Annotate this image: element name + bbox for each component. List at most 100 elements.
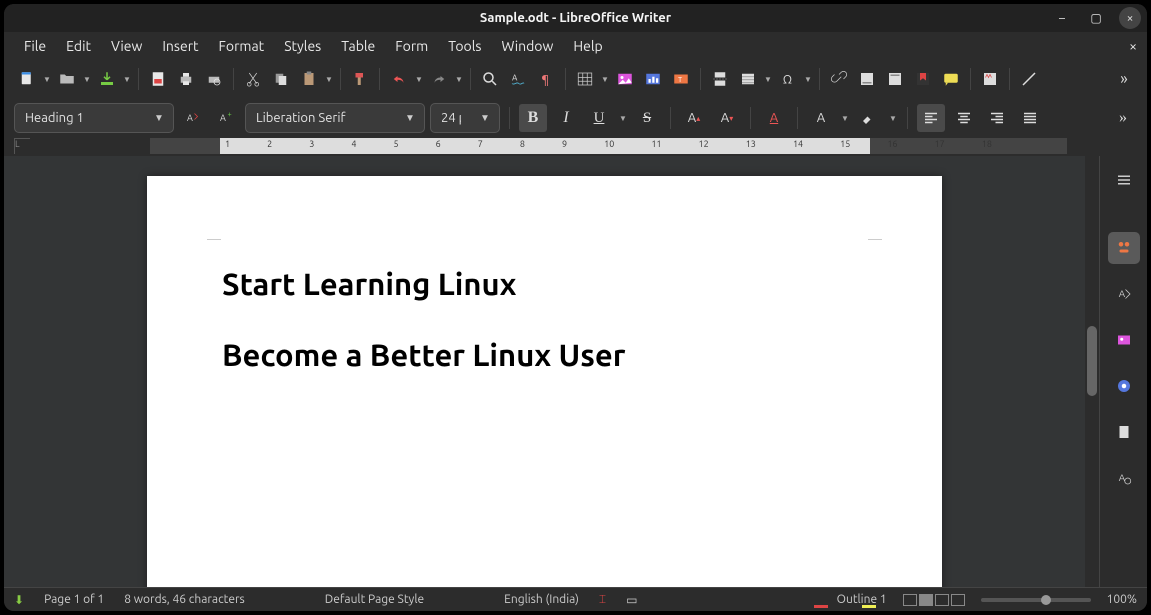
single-page-icon[interactable]	[903, 594, 917, 606]
page[interactable]: Start Learning Linux Become a Better Lin…	[147, 176, 942, 587]
view-layout-icons[interactable]	[903, 594, 965, 606]
highlight-dropdown[interactable]: ▼	[888, 114, 898, 123]
italic-button[interactable]: I	[552, 104, 580, 132]
paragraph-style-input[interactable]	[15, 111, 145, 125]
insert-table-icon[interactable]	[572, 66, 598, 92]
insert-textbox-icon[interactable]: T	[668, 66, 694, 92]
formatting-marks-icon[interactable]: ¶	[533, 66, 559, 92]
redo-icon[interactable]	[426, 66, 452, 92]
status-wordcount[interactable]: 8 words, 46 characters	[124, 593, 245, 606]
spellcheck-icon[interactable]: A	[505, 66, 531, 92]
table-dropdown[interactable]: ▼	[600, 75, 610, 84]
clone-format-icon[interactable]	[347, 66, 373, 92]
sidebar-styles-icon[interactable]: A	[1108, 278, 1140, 310]
justify-button[interactable]	[1016, 104, 1044, 132]
align-center-button[interactable]	[950, 104, 978, 132]
zoom-slider[interactable]	[981, 598, 1091, 602]
insert-chart-icon[interactable]	[640, 66, 666, 92]
strikethrough-button[interactable]: S	[633, 104, 661, 132]
cut-icon[interactable]	[240, 66, 266, 92]
underline-button[interactable]: U	[585, 104, 613, 132]
paragraph-style-combo[interactable]: ▼	[14, 103, 174, 133]
bookmark-icon[interactable]	[910, 66, 936, 92]
font-color-dropdown[interactable]: ▼	[840, 114, 850, 123]
menu-styles[interactable]: Styles	[274, 35, 331, 57]
comment-icon[interactable]	[938, 66, 964, 92]
font-size-dropdown[interactable]: ▼	[471, 104, 499, 132]
line-icon[interactable]	[1016, 66, 1042, 92]
sidebar-gallery-icon[interactable]	[1108, 324, 1140, 356]
zoom-slider-thumb[interactable]	[1041, 595, 1051, 605]
document-close-button[interactable]: ×	[1129, 38, 1137, 54]
save-indicator-icon[interactable]: ⬇	[14, 593, 24, 607]
book-view-icon[interactable]	[935, 594, 949, 606]
sidebar-properties-icon[interactable]	[1108, 232, 1140, 264]
bold-button[interactable]: B	[519, 104, 547, 132]
vertical-scrollbar[interactable]	[1085, 156, 1099, 587]
sidebar-navigator-icon[interactable]	[1108, 370, 1140, 402]
font-size-combo[interactable]: ▼	[430, 103, 500, 133]
open-dropdown[interactable]: ▼	[82, 75, 92, 84]
sidebar-menu-icon[interactable]	[1108, 164, 1140, 196]
new-doc-dropdown[interactable]: ▼	[42, 75, 52, 84]
open-icon[interactable]	[54, 66, 80, 92]
new-doc-icon[interactable]	[14, 66, 40, 92]
update-style-icon[interactable]: A	[179, 104, 207, 132]
endnote-icon[interactable]	[882, 66, 908, 92]
menu-window[interactable]: Window	[491, 35, 563, 57]
toolbar-overflow-icon[interactable]: »	[1111, 66, 1137, 92]
track-changes-icon[interactable]	[977, 66, 1003, 92]
font-size-input[interactable]	[431, 111, 471, 125]
menu-insert[interactable]: Insert	[152, 35, 208, 57]
superscript-button[interactable]: A▴	[680, 104, 708, 132]
sidebar-page-icon[interactable]	[1108, 416, 1140, 448]
window-close-button[interactable]: ×	[1119, 7, 1141, 29]
document-scroll-area[interactable]: Start Learning Linux Become a Better Lin…	[4, 156, 1085, 587]
paste-icon[interactable]	[296, 66, 322, 92]
pdf-export-icon[interactable]	[145, 66, 171, 92]
maximize-button[interactable]: ▢	[1085, 7, 1107, 29]
menu-form[interactable]: Form	[385, 35, 438, 57]
scrollbar-thumb[interactable]	[1087, 326, 1097, 396]
menu-table[interactable]: Table	[331, 35, 385, 57]
menu-view[interactable]: View	[101, 35, 152, 57]
copy-icon[interactable]	[268, 66, 294, 92]
insert-field-icon[interactable]	[735, 66, 761, 92]
menu-tools[interactable]: Tools	[438, 35, 491, 57]
highlight-button[interactable]	[855, 104, 883, 132]
sidebar-style-inspector-icon[interactable]: A	[1108, 462, 1140, 494]
formatbar-overflow-icon[interactable]: »	[1109, 104, 1137, 132]
menu-edit[interactable]: Edit	[56, 35, 101, 57]
status-selection-mode[interactable]: ▭	[626, 593, 637, 607]
underline-dropdown[interactable]: ▼	[618, 114, 628, 123]
special-char-icon[interactable]: Ω	[775, 66, 801, 92]
menu-format[interactable]: Format	[209, 35, 275, 57]
redo-dropdown[interactable]: ▼	[454, 75, 464, 84]
multi-page-icon[interactable]	[919, 594, 933, 606]
status-page-style[interactable]: Default Page Style	[325, 593, 424, 606]
align-right-button[interactable]	[983, 104, 1011, 132]
status-zoom[interactable]: 100%	[1107, 593, 1137, 606]
print-icon[interactable]	[173, 66, 199, 92]
paragraph-style-dropdown[interactable]: ▼	[145, 104, 173, 132]
clear-format-button[interactable]: A	[760, 104, 788, 132]
print-preview-icon[interactable]	[201, 66, 227, 92]
field-dropdown[interactable]: ▼	[763, 75, 773, 84]
find-icon[interactable]	[477, 66, 503, 92]
book-view-2-icon[interactable]	[951, 594, 965, 606]
menu-file[interactable]: File	[14, 35, 56, 57]
save-dropdown[interactable]: ▼	[122, 75, 132, 84]
status-insert-mode[interactable]: ⌶	[599, 593, 606, 607]
paste-dropdown[interactable]: ▼	[324, 75, 334, 84]
document-heading-1[interactable]: Start Learning Linux	[222, 266, 867, 301]
new-style-icon[interactable]: A+	[212, 104, 240, 132]
font-color-button[interactable]: A	[807, 104, 835, 132]
insert-image-icon[interactable]	[612, 66, 638, 92]
hyperlink-icon[interactable]	[826, 66, 852, 92]
subscript-button[interactable]: A▾	[713, 104, 741, 132]
footnote-icon[interactable]	[854, 66, 880, 92]
menu-help[interactable]: Help	[563, 35, 612, 57]
page-break-icon[interactable]	[707, 66, 733, 92]
status-page[interactable]: Page 1 of 1	[44, 593, 104, 606]
font-name-input[interactable]	[246, 111, 396, 125]
